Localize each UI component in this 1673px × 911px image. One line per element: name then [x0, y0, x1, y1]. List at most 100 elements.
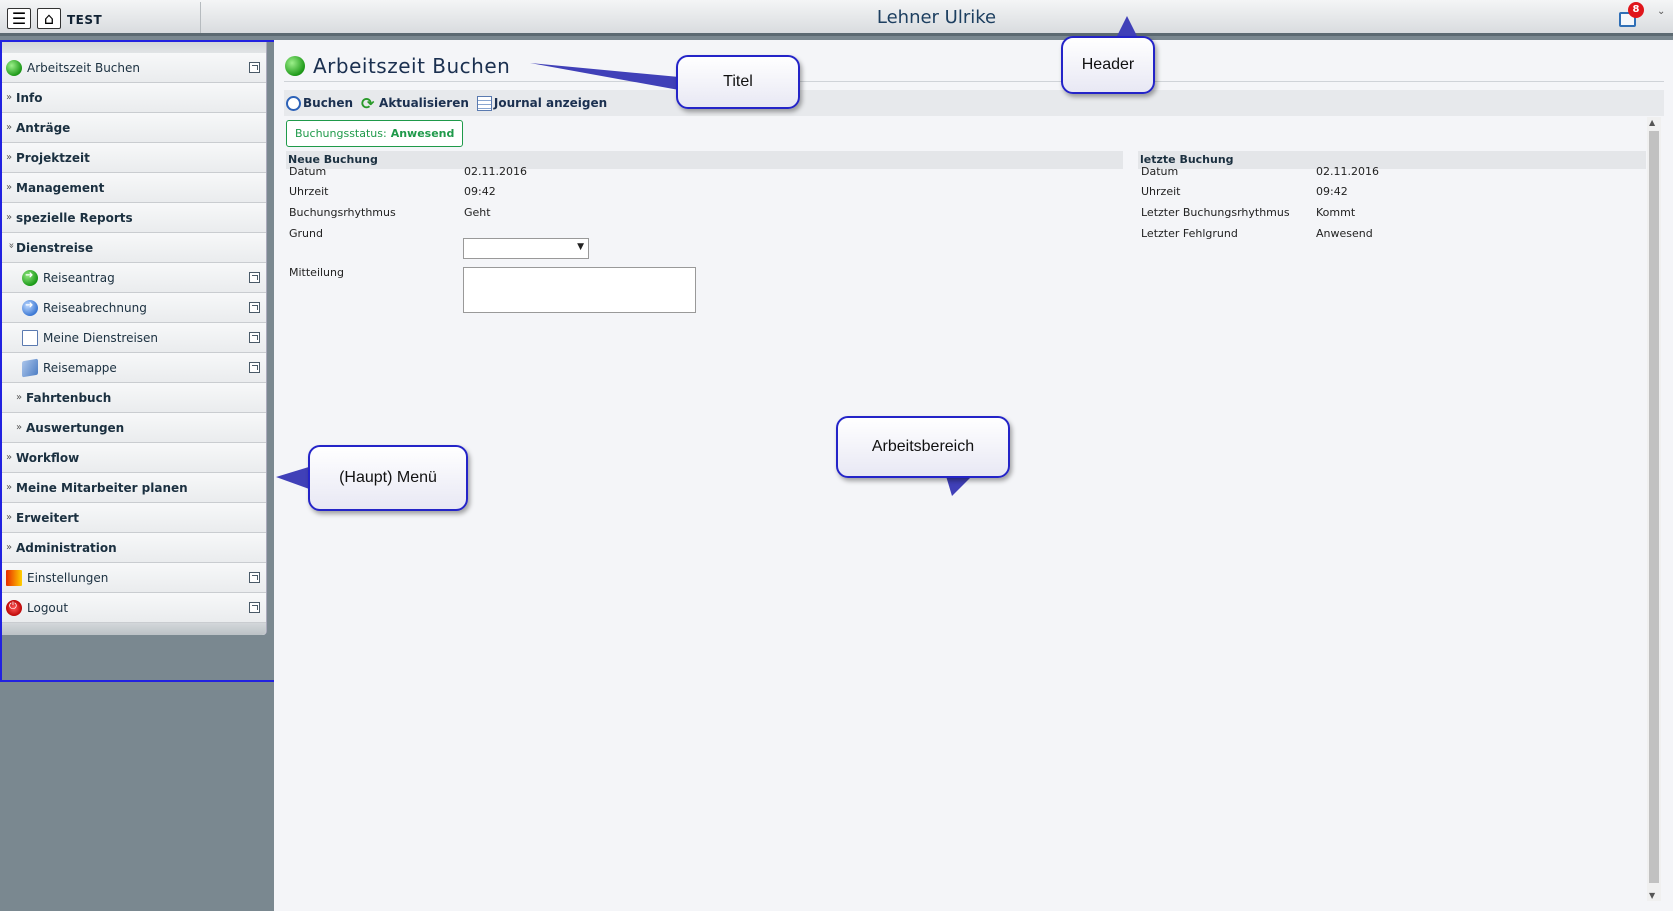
callout-work-area: Arbeitsbereich	[836, 416, 1010, 478]
chevron-right-icon: »	[6, 452, 13, 463]
aktualisieren-button[interactable]: ⟳ Aktualisieren	[359, 95, 469, 111]
page-title: Arbeitszeit Buchen	[285, 54, 510, 78]
chevron-right-icon: »	[16, 422, 23, 433]
menu-item-fahrtenbuch[interactable]: » Fahrtenbuch	[1, 383, 266, 413]
buchen-button[interactable]: Buchen	[284, 95, 353, 111]
scroll-down-icon[interactable]: ▼	[1649, 891, 1655, 900]
popout-icon[interactable]	[249, 572, 260, 583]
popout-icon[interactable]	[249, 332, 260, 343]
page-title-text: Arbeitszeit Buchen	[313, 54, 511, 78]
menu-item-label: Reiseabrechnung	[43, 300, 147, 315]
status-badge: Buchungsstatus: Anwesend	[286, 120, 464, 147]
menu-item-projektzeit[interactable]: » Projektzeit	[1, 143, 266, 173]
menu-item-meine-mitarbeiter-planen[interactable]: » Meine Mitarbeiter planen	[1, 473, 266, 503]
menu-item-reisemappe[interactable]: Reisemappe	[1, 353, 266, 383]
new-rhythmus-row: Buchungsrhythmus Geht	[289, 206, 491, 219]
calendar-icon	[22, 329, 38, 346]
main-menu: Arbeitszeit Buchen » Info » Anträge » Pr…	[1, 40, 267, 635]
menu-item-label: Logout	[27, 600, 69, 615]
last-fehlgrund-row: Letzter Fehlgrund Anwesend	[1141, 227, 1373, 240]
journal-label: Journal anzeigen	[493, 96, 608, 110]
notifications-button[interactable]: 8	[1618, 2, 1644, 28]
menu-item-dienstreise[interactable]: » Dienstreise	[1, 233, 266, 263]
menu-item-spezielle-reports[interactable]: » spezielle Reports	[1, 203, 266, 233]
menu-item-label: Projektzeit	[16, 150, 90, 165]
field-label: Letzter Buchungsrhythmus	[1141, 206, 1290, 219]
field-value: 09:42	[1316, 185, 1348, 198]
chevron-right-icon: »	[16, 392, 23, 403]
field-label: Mitteilung	[289, 266, 344, 279]
chevron-down-icon[interactable]: ⌄	[1657, 6, 1665, 17]
last-rhythmus-row: Letzter Buchungsrhythmus Kommt	[1141, 206, 1355, 219]
menu-item-arbeitszeit-buchen[interactable]: Arbeitszeit Buchen	[1, 53, 266, 83]
menu-item-label: spezielle Reports	[16, 210, 133, 225]
menu-item-management[interactable]: » Management	[1, 173, 266, 203]
toolbar: Buchen ⟳ Aktualisieren Journal anzeigen	[284, 90, 1664, 116]
chevron-right-icon: »	[6, 122, 13, 133]
book-icon	[22, 358, 38, 377]
new-uhrzeit-row: Uhrzeit 09:42	[289, 185, 496, 198]
popout-icon[interactable]	[249, 362, 260, 373]
hamburger-menu-icon[interactable]: ☰	[7, 8, 31, 29]
user-name: Lehner Ulrike	[876, 7, 997, 28]
sidebar: Arbeitszeit Buchen » Info » Anträge » Pr…	[0, 40, 274, 911]
menu-item-label: Meine Mitarbeiter planen	[16, 480, 188, 495]
menu-item-erweitert[interactable]: » Erweitert	[1, 503, 266, 533]
field-label: Datum	[1141, 165, 1179, 178]
new-grund-row: Grund	[289, 227, 464, 240]
title-divider	[284, 81, 1664, 82]
field-value: 02.11.2016	[1316, 165, 1379, 178]
menu-item-workflow[interactable]: » Workflow	[1, 443, 266, 473]
chevron-right-icon: »	[6, 92, 13, 103]
field-label: Datum	[289, 165, 327, 178]
chevron-right-icon: »	[6, 482, 13, 493]
menu-item-antraege[interactable]: » Anträge	[1, 113, 266, 143]
app-header: ☰ ⌂ TEST Lehner Ulrike 8 ⌄	[0, 0, 1673, 36]
field-label: Buchungsrhythmus	[289, 206, 396, 219]
menu-item-label: Reisemappe	[43, 360, 117, 375]
scrollbar[interactable]: ▲ ▼	[1647, 117, 1661, 901]
scroll-up-icon[interactable]: ▲	[1649, 118, 1655, 127]
home-icon[interactable]: ⌂	[37, 8, 61, 29]
last-datum-row: Datum 02.11.2016	[1141, 165, 1379, 178]
field-label: Uhrzeit	[1141, 185, 1181, 198]
mitteilung-textarea[interactable]	[463, 267, 696, 313]
chevron-right-icon: »	[6, 212, 13, 223]
menu-top-bar	[1, 40, 266, 53]
menu-item-reiseabrechnung[interactable]: Reiseabrechnung	[1, 293, 266, 323]
chevron-right-icon: »	[6, 182, 13, 193]
popout-icon[interactable]	[249, 62, 260, 73]
menu-item-meine-dienstreisen[interactable]: Meine Dienstreisen	[1, 323, 266, 353]
menu-item-reiseantrag[interactable]: Reiseantrag	[1, 263, 266, 293]
popout-icon[interactable]	[249, 272, 260, 283]
grund-select[interactable]	[463, 238, 589, 259]
go-arrow-icon	[22, 269, 38, 286]
field-label: Letzter Fehlgrund	[1141, 227, 1238, 240]
menu-item-auswertungen[interactable]: » Auswertungen	[1, 413, 266, 443]
menu-item-label: Arbeitszeit Buchen	[27, 60, 140, 75]
popout-icon[interactable]	[249, 302, 260, 313]
callout-header: Header	[1061, 36, 1155, 94]
journal-button[interactable]: Journal anzeigen	[475, 95, 608, 111]
popout-icon[interactable]	[249, 602, 260, 613]
menu-item-label: Erweitert	[16, 510, 79, 525]
menu-item-label: Fahrtenbuch	[26, 390, 112, 405]
status-label: Buchungsstatus:	[295, 127, 387, 140]
menu-item-logout[interactable]: Logout	[1, 593, 266, 623]
menu-item-info[interactable]: » Info	[1, 83, 266, 113]
callout-menu: (Haupt) Menü	[308, 445, 468, 511]
chevron-right-icon: »	[6, 542, 13, 553]
menu-item-administration[interactable]: » Administration	[1, 533, 266, 563]
clock-icon	[286, 95, 301, 111]
menu-item-label: Reiseantrag	[43, 270, 115, 285]
field-value: Anwesend	[1316, 227, 1373, 240]
menu-item-label: Anträge	[16, 120, 71, 135]
green-status-icon	[6, 59, 22, 76]
menu-item-label: Einstellungen	[27, 570, 109, 585]
field-value: 09:42	[464, 185, 496, 198]
menu-item-einstellungen[interactable]: Einstellungen	[1, 563, 266, 593]
scrollbar-thumb[interactable]	[1649, 131, 1659, 883]
settings-icon	[6, 569, 22, 586]
power-icon	[6, 599, 22, 616]
menu-bottom-bar	[1, 623, 266, 635]
